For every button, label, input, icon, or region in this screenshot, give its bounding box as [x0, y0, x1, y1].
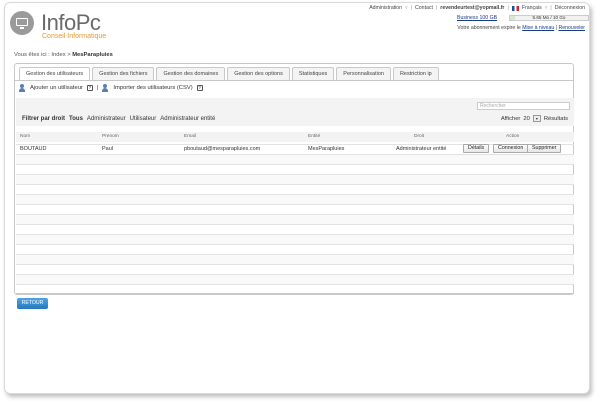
chevron-down-icon: ▿	[405, 5, 408, 11]
tab-customization[interactable]: Personnalisation	[336, 67, 391, 80]
tab-divider	[15, 80, 573, 81]
table-row-empty	[16, 194, 574, 204]
table-row-empty	[16, 214, 574, 224]
table-header: Nom Prenom Email Entité Droit Action	[16, 132, 574, 142]
tab-bar: Gestion des utilisateurs Gestion des fic…	[19, 67, 439, 81]
table-row-empty	[16, 264, 574, 274]
col-prenom[interactable]: Prenom	[102, 134, 119, 139]
nav-contact[interactable]: Contact	[415, 5, 433, 11]
nav-language[interactable]: Français	[522, 5, 542, 11]
connect-button[interactable]: Connexion	[493, 144, 529, 153]
table-row-empty	[16, 164, 574, 174]
france-flag-icon	[511, 5, 519, 11]
filter-user[interactable]: Utilisateur	[130, 116, 157, 122]
cell-nom: BOUTAUD	[20, 146, 47, 152]
chevron-down-icon[interactable]: ▾	[532, 115, 541, 122]
col-action: Action	[506, 134, 520, 139]
back-button[interactable]: RETOUR	[17, 298, 48, 309]
cell-entite: MesParapluies	[308, 146, 345, 152]
filter-bar: Rechercher Filtrer par droit Tous Admini…	[16, 98, 574, 126]
quota-progress: 5.65 Mo / 10 Go	[509, 15, 589, 21]
table-row-empty	[16, 154, 574, 164]
plan-link[interactable]: Business 100 GB	[457, 15, 497, 21]
upgrade-link[interactable]: Mise à niveau	[522, 25, 554, 31]
top-nav: Administration ▿ | Contact | revendeurte…	[369, 5, 585, 11]
table-row-empty	[16, 184, 574, 194]
table-row-empty	[16, 244, 574, 254]
details-button[interactable]: Détails	[463, 144, 490, 153]
tab-statistics[interactable]: Statistiques	[291, 67, 335, 80]
delete-button[interactable]: Supprimer	[527, 144, 562, 153]
table-row: BOUTAUD Paul pboutaud@mesparapluies.com …	[16, 144, 574, 154]
help-icon[interactable]: ?	[86, 85, 93, 91]
tab-option-management[interactable]: Gestion des options	[227, 67, 290, 80]
nav-user[interactable]: revendeurtest@yopmail.fr	[440, 5, 504, 11]
cell-droit: Administrateur entité	[396, 146, 447, 152]
page-size-value[interactable]: 20	[523, 116, 529, 122]
filter-all[interactable]: Tous	[69, 116, 83, 122]
add-user-button[interactable]: Ajouter un utilisateur	[30, 85, 83, 91]
import-users-icon	[102, 84, 109, 92]
quota-usage: 5.65 Mo / 10 Go	[532, 15, 566, 20]
breadcrumb-current: MesParapluies	[72, 52, 113, 58]
table-row-empty	[16, 234, 574, 244]
role-filter: Filtrer par droit Tous Administrateur Ut…	[22, 116, 215, 122]
add-user-icon	[19, 84, 26, 92]
table-row-empty	[16, 224, 574, 234]
table-row-empty	[16, 274, 574, 284]
app-subtitle: Conseil Informatique	[42, 33, 107, 40]
cell-email: pboutaud@mesparapluies.com	[184, 146, 261, 152]
breadcrumb-home[interactable]: Index	[51, 52, 65, 58]
action-bar: Ajouter un utilisateur ? | Importer des …	[19, 84, 203, 92]
col-entite[interactable]: Entité	[308, 134, 320, 139]
filter-administrator[interactable]: Administrateur	[87, 116, 126, 122]
col-droit[interactable]: Droit	[414, 134, 424, 139]
table-row-empty	[16, 254, 574, 264]
table-row-empty	[16, 204, 574, 214]
cell-prenom: Paul	[102, 146, 114, 152]
tab-ip-restriction[interactable]: Restriction ip	[392, 67, 439, 80]
search-input[interactable]: Rechercher	[477, 102, 570, 110]
page-size-control: Afficher 20 ▾ Résultats	[500, 115, 568, 122]
filter-label: Filtrer par droit	[22, 116, 66, 122]
main-panel: Gestion des utilisateurs Gestion des fic…	[14, 63, 574, 295]
tab-user-management[interactable]: Gestion des utilisateurs	[19, 67, 91, 81]
renew-link[interactable]: Renouveler	[558, 25, 585, 31]
table-row-empty	[16, 284, 574, 294]
subscription-info: Votre abonnement expire le Mise à niveau…	[457, 25, 585, 31]
col-email[interactable]: Email	[184, 134, 196, 139]
tab-domain-management[interactable]: Gestion des domaines	[156, 67, 226, 80]
nav-administration[interactable]: Administration	[369, 5, 402, 11]
import-users-button[interactable]: Importer des utilisateurs (CSV)	[113, 85, 192, 91]
tab-file-management[interactable]: Gestion des fichiers	[92, 67, 155, 80]
nav-logout[interactable]: Déconnexion	[555, 5, 585, 11]
help-icon[interactable]: ?	[196, 85, 203, 91]
computer-icon	[10, 11, 34, 35]
quota-fill	[510, 16, 515, 20]
filter-entity-admin[interactable]: Administrateur entité	[160, 116, 215, 122]
breadcrumb: Vous êtes ici : Index > MesParapluies	[14, 52, 113, 58]
table-row-empty	[16, 174, 574, 184]
col-nom[interactable]: Nom	[20, 134, 30, 139]
subscription-text: Votre abonnement expire le	[457, 25, 521, 31]
chevron-down-icon: ▿	[544, 5, 548, 11]
